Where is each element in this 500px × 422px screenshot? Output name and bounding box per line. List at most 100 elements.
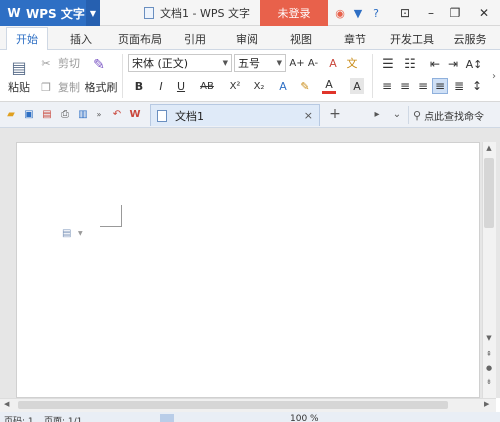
status-bar: 页码: 1 页面: 1/1 100 % (0, 412, 500, 422)
command-search-label: 点此查找命令 (424, 111, 485, 123)
copy-icon[interactable]: ❐ (40, 80, 52, 94)
tab-sections[interactable]: 章节 (340, 27, 370, 51)
scissors-icon[interactable]: ✂ (40, 56, 52, 70)
underline-button[interactable]: U (174, 78, 188, 94)
tab-home[interactable]: 开始 (6, 27, 48, 51)
paste-button[interactable]: 粘贴 (4, 80, 34, 94)
text-direction-icon[interactable]: A↕ (466, 56, 483, 72)
document-tab-title: 文档1 (175, 109, 204, 123)
font-size-value: 五号 (238, 57, 260, 70)
divider (122, 54, 123, 98)
tab-insert[interactable]: 插入 (64, 27, 98, 51)
font-size-select[interactable]: 五号 ▼ (234, 54, 286, 72)
undo-icon[interactable]: ↶ (110, 107, 124, 121)
page-number-status: 页码: 1 (4, 417, 34, 422)
command-search[interactable]: ⚲ 点此查找命令 (408, 106, 498, 124)
minimize-button[interactable]: – (420, 0, 442, 26)
close-button[interactable]: ✕ (470, 0, 498, 26)
font-color-button[interactable]: A (322, 78, 336, 94)
close-tab-icon[interactable]: × (304, 109, 313, 122)
view-mode-icon[interactable] (160, 414, 174, 422)
scroll-up-icon[interactable]: ▲ (484, 144, 494, 154)
copy-button[interactable]: 复制 (56, 80, 82, 94)
italic-button[interactable]: I (154, 78, 168, 94)
previous-page-icon[interactable]: ⇞ (484, 350, 494, 360)
login-button[interactable]: 未登录 (260, 0, 328, 26)
strikethrough-button[interactable]: AB (198, 78, 216, 94)
font-family-value: 宋体 (正文) (132, 57, 189, 70)
ribbon-scroll-right-icon[interactable]: › (490, 68, 498, 84)
tab-page-layout[interactable]: 页面布局 (114, 27, 166, 51)
bold-button[interactable]: B (132, 78, 146, 94)
skin-icon[interactable]: ◉ (332, 5, 348, 21)
app-menu-button[interactable]: W WPS 文字 ▼ (0, 0, 100, 26)
shirt-icon[interactable]: ▼ (350, 5, 366, 21)
next-page-icon[interactable]: ⇟ (484, 378, 494, 388)
tab-review[interactable]: 审阅 (232, 27, 262, 51)
tab-developer[interactable]: 开发工具 (388, 27, 436, 51)
document-page[interactable] (16, 142, 480, 398)
window-title: 文档1 - WPS 文字 (144, 0, 250, 26)
paste-icon[interactable]: ▤ (8, 56, 30, 78)
tab-references[interactable]: 引用 (180, 27, 210, 51)
open-folder-icon[interactable]: ▰ (4, 107, 18, 121)
superscript-button[interactable]: X² (226, 78, 244, 94)
scroll-down-icon[interactable]: ▼ (484, 334, 494, 344)
line-spacing-icon[interactable]: ↕ (470, 78, 484, 94)
paste-options-icon[interactable]: ▤ (62, 228, 74, 240)
document-icon (144, 7, 154, 19)
app-name: WPS 文字 (26, 6, 85, 21)
help-icon[interactable]: ? (368, 5, 384, 21)
increase-indent-icon[interactable]: ⇥ (446, 56, 460, 72)
brush-icon[interactable]: ✎ (90, 56, 108, 74)
clear-format-button[interactable]: A (326, 55, 340, 71)
document-tab[interactable]: 文档1 × (150, 104, 320, 126)
divider (372, 54, 373, 98)
char-shading-button[interactable]: A (350, 78, 364, 94)
align-center-icon[interactable]: ≡ (398, 78, 412, 94)
window-title-text: 文档1 - WPS 文字 (160, 7, 250, 20)
font-family-select[interactable]: 宋体 (正文) ▼ (128, 54, 232, 72)
numbered-list-icon[interactable]: ☷ (402, 56, 418, 72)
grow-font-button[interactable]: A+ (289, 55, 304, 71)
print-icon[interactable]: ⎙ (58, 107, 72, 121)
justify-icon[interactable]: ≡ (432, 78, 448, 94)
horizontal-scroll-thumb[interactable] (18, 401, 448, 409)
zoom-level[interactable]: 100 % (290, 414, 319, 422)
save-icon[interactable]: ▣ (22, 107, 36, 121)
chevron-down-icon[interactable]: ▼ (78, 230, 83, 237)
phonetic-guide-button[interactable]: 文 (344, 55, 360, 71)
chevron-down-icon: ▼ (222, 59, 228, 67)
tab-menu-icon[interactable]: ⌄ (390, 107, 404, 121)
ribbon-toggle-icon[interactable]: ⊡ (394, 0, 416, 26)
chevron-down-icon[interactable]: ▼ (86, 0, 100, 26)
highlighter-icon[interactable]: ✎ (298, 78, 312, 94)
wps-w-icon[interactable]: W (128, 107, 142, 121)
shrink-font-button[interactable]: A- (306, 55, 320, 71)
scroll-left-icon[interactable]: ◀ (4, 400, 14, 410)
tab-view[interactable]: 视图 (286, 27, 316, 51)
bullet-list-icon[interactable]: ☰ (380, 56, 396, 72)
cut-button[interactable]: 剪切 (56, 56, 82, 70)
tab-cloud[interactable]: 云服务 (450, 27, 490, 51)
print-preview-icon[interactable]: ▥ (76, 107, 90, 121)
decrease-indent-icon[interactable]: ⇤ (428, 56, 442, 72)
restore-button[interactable]: ❐ (444, 0, 466, 26)
align-left-icon[interactable]: ≡ (380, 78, 394, 94)
margin-corner-marker (100, 205, 122, 227)
text-effect-button[interactable]: A (276, 78, 290, 94)
scroll-right-icon[interactable]: ▶ (484, 400, 494, 410)
select-browse-object-icon[interactable]: ● (484, 364, 494, 374)
pdf-export-icon[interactable]: ▤ (40, 107, 54, 121)
search-icon: ⚲ (413, 108, 422, 122)
vertical-scroll-thumb[interactable] (484, 158, 494, 228)
more-icon[interactable]: » (92, 107, 106, 121)
subscript-button[interactable]: X₂ (250, 78, 268, 94)
distributed-icon[interactable]: ≣ (452, 78, 466, 94)
wps-logo-icon: W (7, 6, 21, 20)
format-painter-button[interactable]: 格式刷 (84, 80, 118, 94)
align-right-icon[interactable]: ≡ (416, 78, 430, 94)
chevron-down-icon: ▼ (276, 59, 282, 67)
new-tab-icon[interactable]: + (328, 106, 342, 122)
tab-list-icon[interactable]: ▸ (370, 107, 384, 121)
